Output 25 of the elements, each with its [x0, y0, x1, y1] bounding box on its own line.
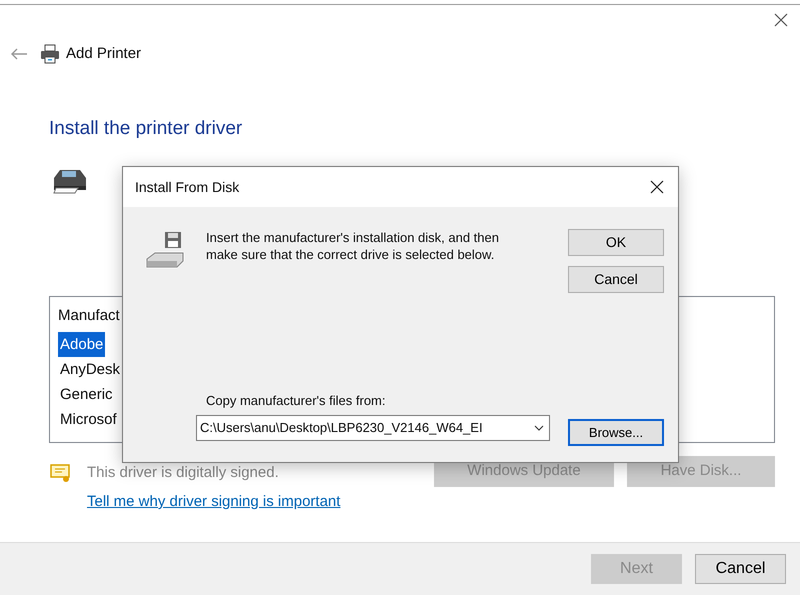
path-label: Copy manufacturer's files from:	[206, 392, 386, 410]
page-heading: Install the printer driver	[49, 118, 242, 139]
cancel-button[interactable]: Cancel	[695, 554, 786, 584]
list-item[interactable]: Microsof	[58, 406, 119, 432]
ok-button[interactable]: OK	[568, 229, 664, 256]
printer-icon	[52, 168, 88, 194]
list-item[interactable]: AnyDesk	[58, 356, 122, 382]
dropdown-caret-icon	[534, 424, 544, 430]
printer-icon	[40, 44, 60, 64]
column-header: Manufact	[58, 306, 120, 326]
list-item[interactable]: Adobe	[58, 332, 106, 356]
window-title: Add Printer	[66, 44, 142, 64]
driver-signing-link[interactable]: Tell me why driver signing is important	[87, 493, 340, 510]
close-icon[interactable]	[650, 180, 664, 194]
floppy-drive-icon	[145, 231, 185, 269]
signature-text: This driver is digitally signed.	[87, 462, 279, 482]
back-arrow-icon[interactable]	[10, 48, 28, 60]
cancel-button[interactable]: Cancel	[568, 266, 664, 293]
dialog-message: Insert the manufacturer's installation disk, and then make sure that the correct drive is selected below.	[206, 229, 500, 263]
browse-button[interactable]: Browse...	[568, 419, 664, 446]
close-icon[interactable]	[774, 13, 788, 27]
list-item[interactable]: Generic	[58, 382, 115, 406]
certificate-icon	[50, 462, 71, 483]
path-combobox[interactable]: C:\Users\anu\Desktop\LBP6230_V2146_W64_EI	[196, 414, 550, 440]
dialog-title: Install From Disk	[135, 178, 240, 196]
